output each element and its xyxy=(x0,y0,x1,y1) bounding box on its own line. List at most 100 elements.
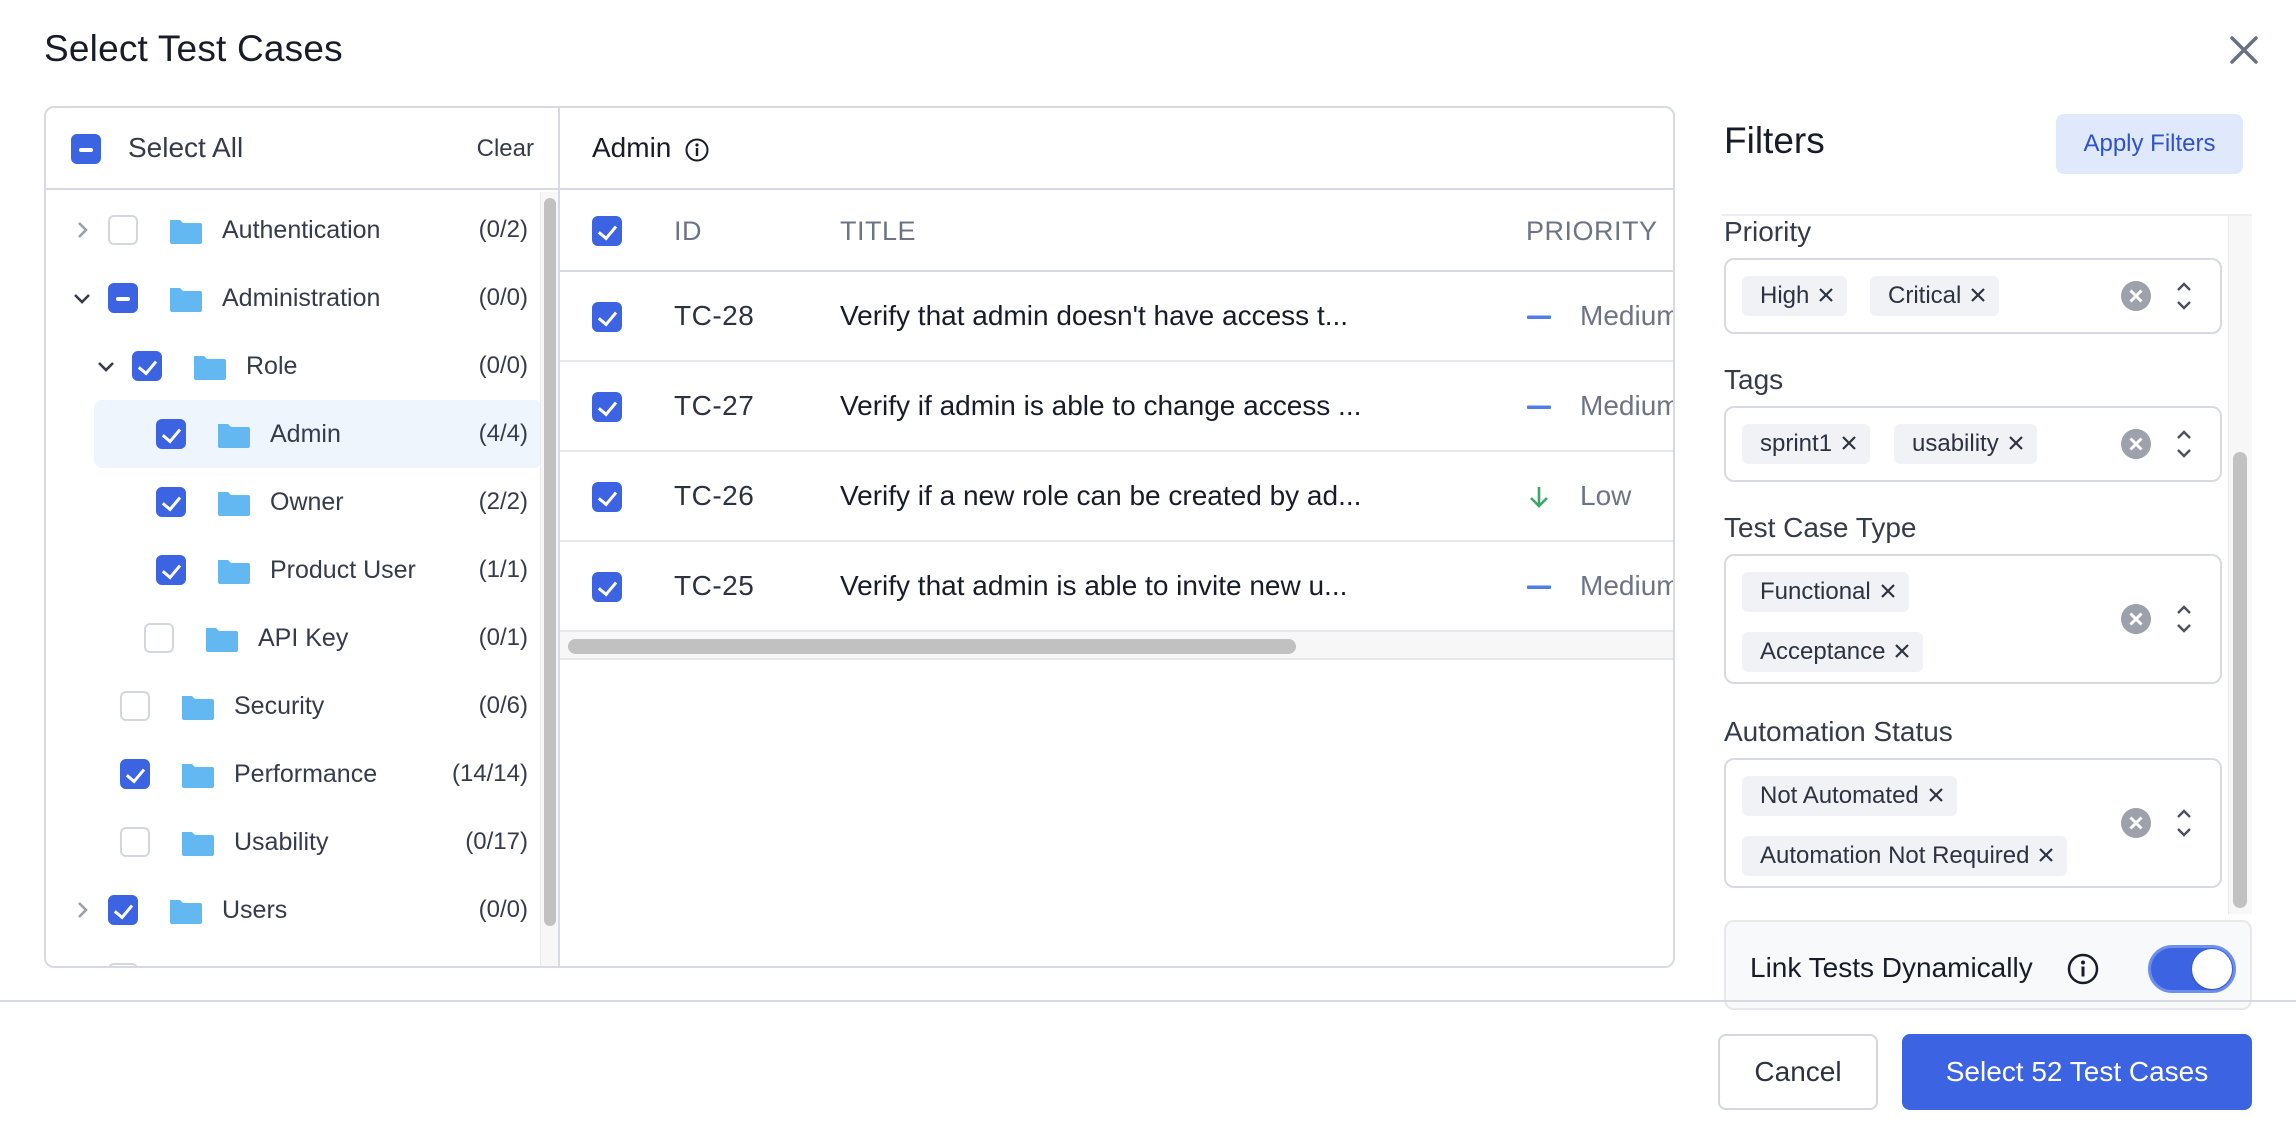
filter-multiselect[interactable]: Functional Acceptance xyxy=(1724,554,2222,684)
chevron-right-icon[interactable] xyxy=(70,898,94,922)
chip-label: sprint1 xyxy=(1760,430,1833,457)
cancel-button[interactable]: Cancel xyxy=(1718,1034,1878,1110)
filter-multiselect[interactable]: High Critical xyxy=(1724,258,2222,334)
clear-selection-icon[interactable] xyxy=(2120,807,2152,839)
table-header-row: ID TITLE PRIORITY xyxy=(560,190,1673,272)
table-row[interactable]: TC-25 Verify that admin is able to invite… xyxy=(560,542,1673,632)
tree-item[interactable]: Users (0/0) xyxy=(46,876,542,944)
select-all-rows-checkbox[interactable] xyxy=(592,216,622,246)
remove-chip-icon[interactable] xyxy=(2037,843,2055,862)
row-checkbox[interactable] xyxy=(592,482,622,512)
tree-item-checkbox[interactable] xyxy=(108,963,138,966)
chevron-up-down-icon[interactable] xyxy=(2174,427,2194,461)
remove-chip-icon[interactable] xyxy=(1893,639,1911,658)
tree-item-checkbox[interactable] xyxy=(120,691,150,721)
test-case-id: TC-26 xyxy=(674,480,755,511)
apply-filters-button[interactable]: Apply Filters xyxy=(2056,114,2243,174)
filter-multiselect[interactable]: sprint1 usability xyxy=(1724,406,2222,482)
clear-selection-icon[interactable] xyxy=(2120,428,2152,460)
tree-item[interactable]: Configuration (0/1) xyxy=(46,944,542,968)
filter-label: Automation Status xyxy=(1724,716,1953,747)
table-row[interactable]: TC-28 Verify that admin doesn't have acce… xyxy=(560,272,1673,362)
remove-chip-icon[interactable] xyxy=(1969,283,1987,302)
tree-item[interactable]: Usability (0/17) xyxy=(46,808,542,876)
close-button[interactable] xyxy=(2222,28,2266,72)
chevron-right-icon[interactable] xyxy=(70,966,94,968)
tree-item[interactable]: Administration (0/0) xyxy=(46,264,542,332)
tree-item-checkbox[interactable] xyxy=(120,827,150,857)
tree-item-name: Role xyxy=(246,352,298,380)
tree-item[interactable]: Role (0/0) xyxy=(46,332,542,400)
table-horizontal-scrollbar[interactable] xyxy=(560,632,1673,660)
info-icon[interactable] xyxy=(2066,952,2100,986)
filters-panel: Priority High Critical Tags sprint1 usability… xyxy=(1722,214,2252,914)
select-all-checkbox[interactable] xyxy=(71,134,101,164)
clear-selection-icon[interactable] xyxy=(2120,280,2152,312)
filter-multiselect[interactable]: Not Automated Automation Not Required xyxy=(1724,758,2222,888)
tree-item[interactable]: Performance (14/14) xyxy=(46,740,542,808)
test-case-title[interactable]: Verify if admin is able to change access… xyxy=(840,390,1361,422)
tree-item[interactable]: Security (0/6) xyxy=(46,672,542,740)
column-header-title[interactable]: TITLE xyxy=(840,216,916,247)
tree-item-checkbox[interactable] xyxy=(156,555,186,585)
tree-item-checkbox[interactable] xyxy=(108,283,138,313)
chevron-down-icon[interactable] xyxy=(94,354,118,378)
filter-chip: sprint1 xyxy=(1742,424,1871,464)
tree-item-checkbox[interactable] xyxy=(156,419,186,449)
chip-label: High xyxy=(1760,282,1810,309)
clear-button[interactable]: Clear xyxy=(477,135,534,163)
tree-item-count: (0/0) xyxy=(478,896,528,923)
remove-chip-icon[interactable] xyxy=(1879,579,1897,598)
tree-item-checkbox[interactable] xyxy=(108,215,138,245)
tree-item[interactable]: Product User (1/1) xyxy=(46,536,542,604)
folder-icon xyxy=(168,966,202,968)
tree-header: Select All Clear xyxy=(46,108,558,190)
remove-chip-icon[interactable] xyxy=(1817,283,1835,302)
tree-item[interactable]: Admin (4/4) xyxy=(94,400,542,468)
table-scrollbar-thumb[interactable] xyxy=(568,639,1296,654)
table-row[interactable]: TC-27 Verify if admin is able to change a… xyxy=(560,362,1673,452)
row-checkbox[interactable] xyxy=(592,392,622,422)
tree-scrollbar-thumb[interactable] xyxy=(544,198,556,926)
folder-icon xyxy=(180,830,214,856)
tree-scrollbar[interactable] xyxy=(540,192,558,966)
filter-label: Priority xyxy=(1724,216,1812,247)
folder-tree: Select All Clear Authentication (0/2) Admi… xyxy=(46,108,560,966)
tree-item-checkbox[interactable] xyxy=(156,487,186,517)
tree-item-checkbox[interactable] xyxy=(120,759,150,789)
row-checkbox[interactable] xyxy=(592,302,622,332)
test-case-table: Admin ID TITLE PRIORITY TC-28 Verify that… xyxy=(560,108,1673,966)
chevron-right-icon[interactable] xyxy=(70,218,94,242)
remove-chip-icon[interactable] xyxy=(2007,431,2025,450)
test-case-title[interactable]: Verify if a new role can be created by a… xyxy=(840,480,1361,512)
select-all-label: Select All xyxy=(128,132,244,163)
select-test-cases-button[interactable]: Select 52 Test Cases xyxy=(1902,1034,2252,1110)
info-icon[interactable] xyxy=(684,137,710,163)
column-header-id[interactable]: ID xyxy=(674,216,702,247)
tree-item-checkbox[interactable] xyxy=(132,351,162,381)
column-header-priority[interactable]: PRIORITY xyxy=(1526,216,1658,247)
test-case-title[interactable]: Verify that admin is able to invite new … xyxy=(840,570,1347,602)
tree-item[interactable]: API Key (0/1) xyxy=(46,604,542,672)
table-row[interactable]: TC-26 Verify if a new role can be created… xyxy=(560,452,1673,542)
filters-scrollbar-thumb[interactable] xyxy=(2233,452,2247,908)
tree-item-name: Usability xyxy=(234,828,329,856)
chevron-up-down-icon[interactable] xyxy=(2174,806,2194,840)
tree-item[interactable]: Owner (2/2) xyxy=(46,468,542,536)
remove-chip-icon[interactable] xyxy=(1927,783,1945,802)
chip-label: Not Automated xyxy=(1760,782,1919,809)
row-checkbox[interactable] xyxy=(592,572,622,602)
chevron-up-down-icon[interactable] xyxy=(2174,602,2194,636)
tree-item[interactable]: Authentication (0/2) xyxy=(46,196,542,264)
filters-scrollbar[interactable] xyxy=(2228,216,2252,914)
tree-item-name: Product User xyxy=(270,556,416,584)
selection-panel: Select All Clear Authentication (0/2) Admi… xyxy=(44,106,1675,968)
tree-item-checkbox[interactable] xyxy=(108,895,138,925)
link-tests-toggle[interactable] xyxy=(2148,945,2236,993)
remove-chip-icon[interactable] xyxy=(1840,431,1858,450)
clear-selection-icon[interactable] xyxy=(2120,603,2152,635)
test-case-title[interactable]: Verify that admin doesn't have access t.… xyxy=(840,300,1348,332)
tree-item-checkbox[interactable] xyxy=(144,623,174,653)
chevron-down-icon[interactable] xyxy=(70,286,94,310)
chevron-up-down-icon[interactable] xyxy=(2174,279,2194,313)
